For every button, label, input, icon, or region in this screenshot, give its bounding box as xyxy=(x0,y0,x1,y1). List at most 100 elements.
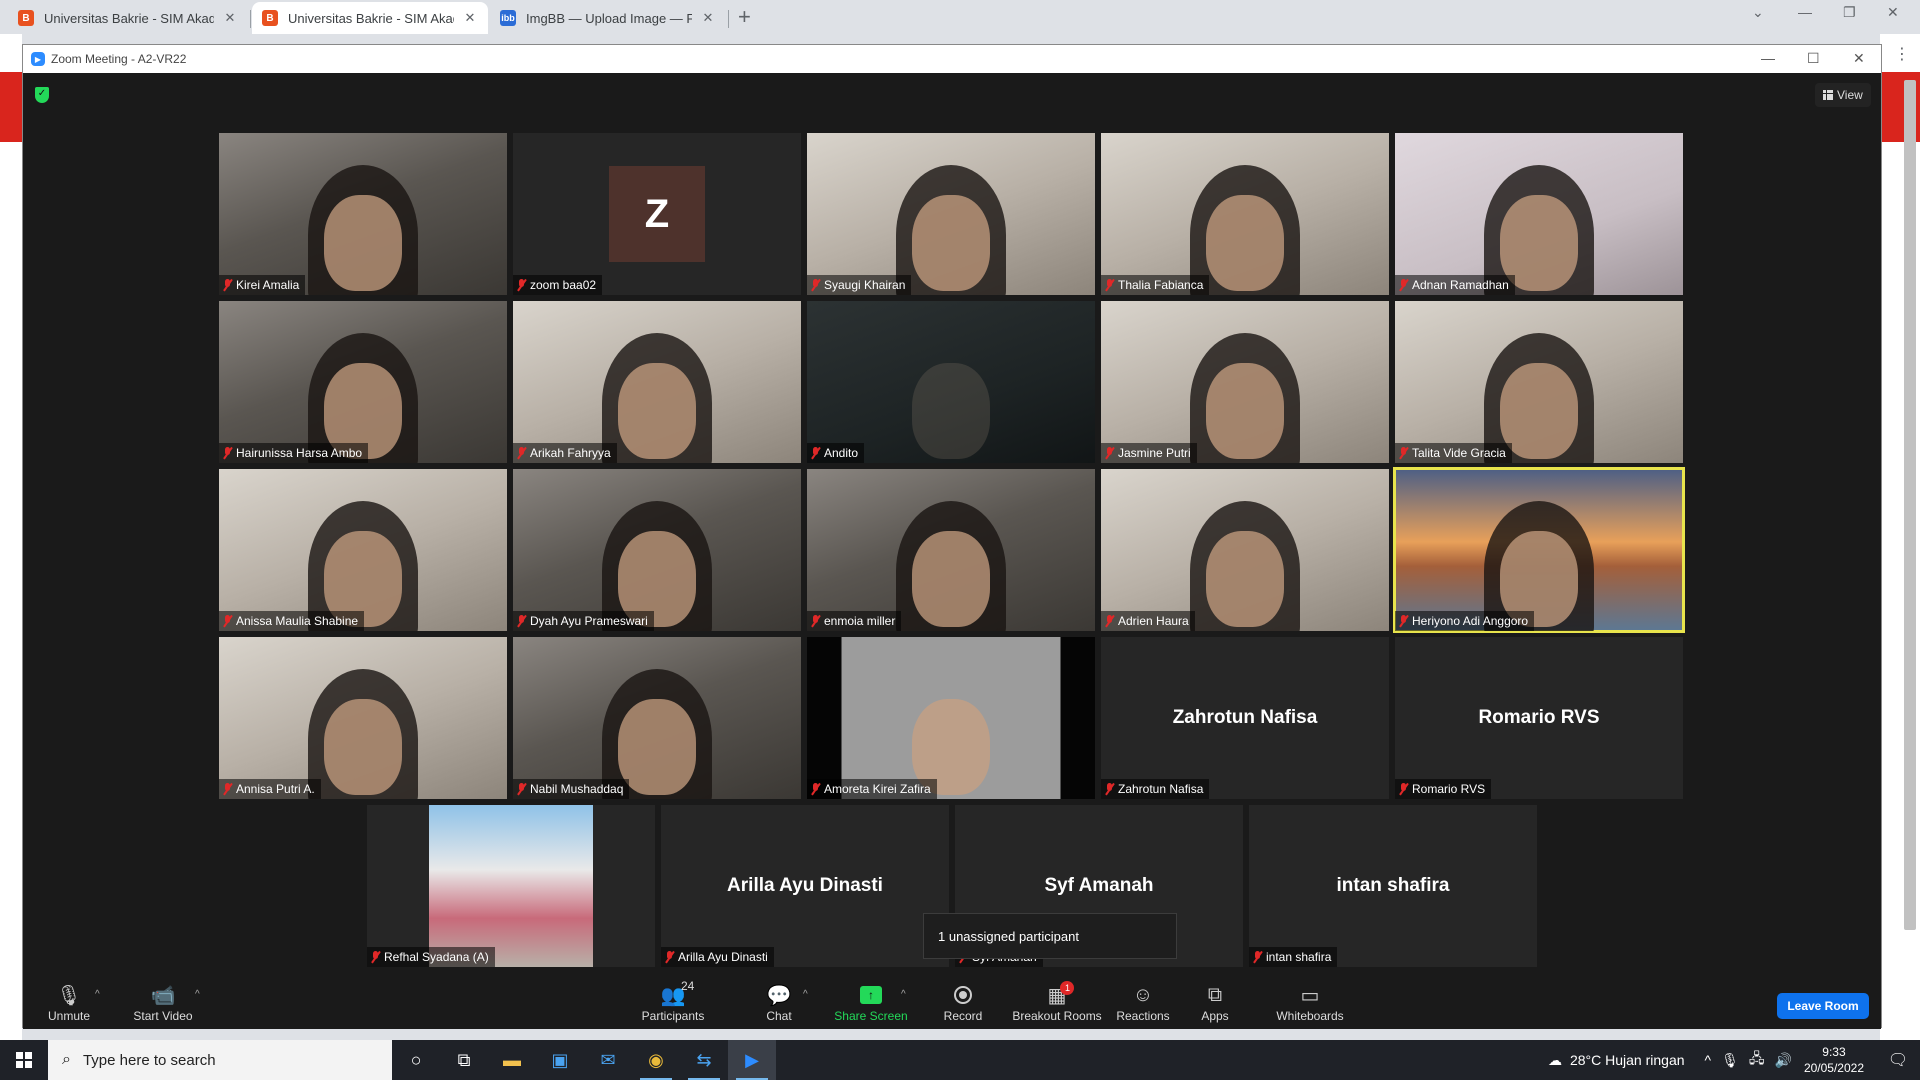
participant-tile[interactable]: Arikah Fahryya xyxy=(513,301,801,463)
close-icon[interactable]: ✕ xyxy=(462,10,478,26)
participant-tile[interactable]: Thalia Fabianca xyxy=(1101,133,1389,295)
participants-label: Participants xyxy=(641,1009,705,1023)
clock[interactable]: 9:33 20/05/2022 xyxy=(1804,1044,1864,1076)
breakout-rooms-button[interactable]: ▦ 1 Breakout Rooms xyxy=(1007,981,1107,1023)
participant-name: Amoreta Kirei Zafira xyxy=(824,782,931,796)
cortana-icon[interactable]: ○ xyxy=(392,1040,440,1080)
whiteboards-button[interactable]: ▭ Whiteboards xyxy=(1273,983,1347,1024)
participant-tile[interactable]: intan shafira intan shafira xyxy=(1249,805,1537,967)
search-placeholder: Type here to search xyxy=(82,1051,216,1069)
participant-tile[interactable]: Andito xyxy=(807,301,1095,463)
tab-divider xyxy=(728,10,729,28)
participant-tile[interactable]: Arilla Ayu Dinasti Arilla Ayu Dinasti xyxy=(661,805,949,967)
tab-search-chevron-icon[interactable]: ⌄ xyxy=(1752,4,1764,21)
muted-microphone-icon xyxy=(517,615,526,627)
close-icon[interactable]: ✕ xyxy=(222,10,238,26)
participant-tile[interactable]: Kirei Amalia xyxy=(219,133,507,295)
microphone-icon[interactable]: 🎙 xyxy=(1721,1052,1739,1069)
zoom-taskbar-icon[interactable]: ▶ xyxy=(728,1040,776,1080)
participants-button[interactable]: 👥 Participants xyxy=(631,983,715,1024)
share-screen-button[interactable]: ↑ Share Screen xyxy=(831,983,911,1023)
participant-name-label: Romario RVS xyxy=(1395,779,1492,799)
microsoft-store-icon[interactable]: ▣ xyxy=(536,1040,584,1080)
participant-name-label: intan shafira xyxy=(1249,947,1338,967)
share-options-chevron-icon[interactable]: ^ xyxy=(901,989,906,1000)
show-hidden-icons-chevron-icon[interactable]: ^ xyxy=(1705,1052,1712,1068)
maximize-icon[interactable]: ☐ xyxy=(1807,50,1820,67)
participant-tile[interactable]: Jasmine Putri xyxy=(1101,301,1389,463)
participant-name-label: Annisa Putri A. xyxy=(219,779,321,799)
share-screen-label: Share Screen xyxy=(834,1009,908,1023)
participant-tile[interactable]: Hairunissa Harsa Ambo xyxy=(219,301,507,463)
weather-text[interactable]: 28°C Hujan ringan xyxy=(1570,1052,1685,1068)
encryption-shield-icon[interactable]: ✓ xyxy=(35,87,49,103)
participant-tile[interactable]: Talita Vide Gracia xyxy=(1395,301,1683,463)
page-scrollbar[interactable] xyxy=(1904,80,1916,930)
unmute-button[interactable]: 🎙 Unmute xyxy=(41,983,97,1024)
participant-tile[interactable]: Amoreta Kirei Zafira xyxy=(807,637,1095,799)
restore-icon[interactable]: ❐ xyxy=(1843,4,1856,21)
participant-name-label: Refhal Syadana (A) xyxy=(367,947,495,967)
audio-options-chevron-icon[interactable]: ^ xyxy=(95,989,100,1000)
participant-tile[interactable]: Dyah Ayu Prameswari xyxy=(513,469,801,631)
close-window-icon[interactable]: ✕ xyxy=(1887,4,1899,21)
chrome-icon[interactable]: ◉ xyxy=(632,1040,680,1080)
new-tab-button[interactable]: + xyxy=(738,4,751,30)
reactions-button[interactable]: ☺ Reactions xyxy=(1111,983,1175,1024)
participant-tile[interactable]: Adnan Ramadhan xyxy=(1395,133,1683,295)
record-button[interactable]: Record xyxy=(935,983,991,1023)
minimize-icon[interactable]: — xyxy=(1761,50,1775,66)
participant-tile[interactable]: enmoia miller xyxy=(807,469,1095,631)
video-options-chevron-icon[interactable]: ^ xyxy=(195,989,200,1000)
file-explorer-icon[interactable]: ▬ xyxy=(488,1040,536,1080)
participant-name: Zahrotun Nafisa xyxy=(1118,782,1204,796)
task-view-icon[interactable]: ⧉ xyxy=(440,1040,488,1080)
browser-tab-2[interactable]: B Universitas Bakrie - SIM Akadem ✕ xyxy=(252,2,488,34)
browser-tab-3[interactable]: ibb ImgBB — Upload Image — Free ✕ xyxy=(490,2,726,34)
muted-microphone-icon xyxy=(1399,447,1408,459)
minimize-icon[interactable]: — xyxy=(1798,4,1812,20)
start-video-button[interactable]: 📹 Start Video xyxy=(127,983,199,1024)
participant-name: Annisa Putri A. xyxy=(236,782,315,796)
participant-name-label: Arikah Fahryya xyxy=(513,443,617,463)
notifications-icon[interactable]: 🗨 xyxy=(1876,1050,1920,1070)
close-icon[interactable]: ✕ xyxy=(700,10,716,26)
participant-tile[interactable]: Annisa Putri A. xyxy=(219,637,507,799)
participants-count: 24 xyxy=(681,979,695,993)
participant-tile[interactable]: Zzoom baa02 xyxy=(513,133,801,295)
chat-options-chevron-icon[interactable]: ^ xyxy=(803,989,808,1000)
muted-microphone-icon xyxy=(811,279,820,291)
chat-button[interactable]: 💬 Chat xyxy=(753,983,805,1024)
breakout-rooms-icon: ▦ 1 xyxy=(1048,981,1075,1007)
participant-tile[interactable]: Zahrotun Nafisa Zahrotun Nafisa xyxy=(1101,637,1389,799)
weather-cloud-icon[interactable]: ☁ xyxy=(1548,1052,1562,1069)
mail-icon[interactable]: ✉ xyxy=(584,1040,632,1080)
view-button[interactable]: View xyxy=(1815,83,1871,107)
participant-tile[interactable]: Syaugi Khairan xyxy=(807,133,1095,295)
browser-tab-1[interactable]: B Universitas Bakrie - SIM Akadem ✕ xyxy=(8,2,248,34)
participant-avatar: Z xyxy=(609,166,705,262)
network-icon[interactable]: 🖧 xyxy=(1749,1048,1765,1072)
participant-name-label: Adrien Haura xyxy=(1101,611,1195,631)
leave-room-button[interactable]: Leave Room xyxy=(1777,993,1869,1019)
participant-tile[interactable]: Heriyono Adi Anggoro xyxy=(1393,467,1685,633)
participant-tile[interactable]: Anissa Maulia Shabine xyxy=(219,469,507,631)
volume-icon[interactable]: 🔊 xyxy=(1775,1052,1792,1069)
participant-tile[interactable]: Romario RVS Romario RVS xyxy=(1395,637,1683,799)
participant-name: zoom baa02 xyxy=(530,278,597,292)
whiteboards-label: Whiteboards xyxy=(1276,1009,1344,1023)
participant-tile[interactable]: Nabil Mushaddaq xyxy=(513,637,801,799)
participant-tile[interactable]: Adrien Haura xyxy=(1101,469,1389,631)
muted-microphone-icon xyxy=(1253,951,1262,963)
muted-microphone-icon xyxy=(371,951,380,963)
start-button[interactable] xyxy=(0,1040,48,1080)
muted-microphone-icon xyxy=(1105,447,1114,459)
unassigned-participant-tooltip[interactable]: 1 unassigned participant xyxy=(923,913,1177,959)
participant-tile[interactable]: Refhal Syadana (A) xyxy=(367,805,655,967)
taskbar-search-box[interactable]: ⌕ Type here to search xyxy=(48,1040,392,1080)
participant-name: Arikah Fahryya xyxy=(530,446,611,460)
close-icon[interactable]: ✕ xyxy=(1853,50,1865,67)
browser-menu-icon[interactable]: ⋮ xyxy=(1894,44,1910,64)
teamviewer-icon[interactable]: ⇆ xyxy=(680,1040,728,1080)
apps-button[interactable]: ⧉ Apps xyxy=(1195,983,1235,1024)
